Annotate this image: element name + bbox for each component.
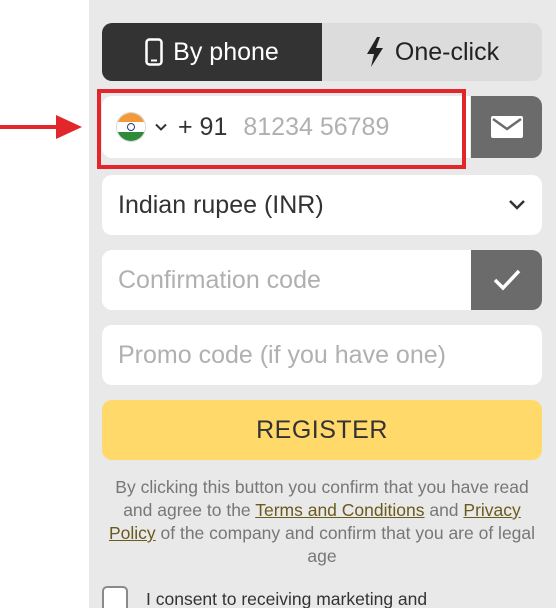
disclaimer-text-3: of the company and confirm that you are … bbox=[155, 523, 536, 566]
promo-code-field bbox=[102, 325, 542, 385]
india-flag-icon[interactable] bbox=[116, 112, 146, 142]
marketing-consent-label: I consent to receiving marketing and bbox=[146, 589, 428, 608]
tab-one-click-label: One-click bbox=[394, 37, 500, 66]
tab-by-phone-label: By phone bbox=[173, 37, 279, 66]
tab-by-phone[interactable]: By phone bbox=[102, 23, 322, 81]
marketing-consent-checkbox[interactable] bbox=[102, 586, 128, 608]
confirm-code-button[interactable] bbox=[471, 250, 542, 310]
annotation-arrow-icon bbox=[0, 115, 82, 139]
dial-code: + 91 bbox=[178, 112, 228, 141]
legal-disclaimer: By clicking this button you confirm that… bbox=[102, 476, 542, 568]
confirmation-code-input[interactable] bbox=[118, 265, 471, 295]
phone-field: + 91 bbox=[102, 96, 470, 158]
currency-select[interactable]: Indian rupee (INR) bbox=[102, 175, 542, 235]
marketing-consent: I consent to receiving marketing and bbox=[102, 586, 542, 608]
tab-one-click[interactable]: One-click bbox=[322, 23, 542, 81]
promo-code-input[interactable] bbox=[118, 340, 542, 370]
checkmark-icon bbox=[493, 269, 520, 291]
envelope-icon bbox=[490, 116, 523, 138]
phone-number-input[interactable] bbox=[243, 112, 444, 142]
registration-page: By phone One-click + 91 81234 56789 Indi… bbox=[0, 0, 556, 608]
email-toggle-button[interactable] bbox=[471, 96, 542, 158]
registration-tabs: By phone One-click bbox=[102, 23, 542, 81]
register-button[interactable]: REGISTER bbox=[102, 400, 542, 460]
disclaimer-text-2: and bbox=[424, 500, 464, 520]
chevron-down-icon[interactable] bbox=[154, 120, 168, 134]
lightning-icon bbox=[365, 37, 385, 67]
chevron-down-icon bbox=[509, 200, 525, 210]
terms-link[interactable]: Terms and Conditions bbox=[255, 500, 424, 520]
currency-selected-value: Indian rupee (INR) bbox=[118, 190, 324, 219]
confirmation-code-field bbox=[102, 250, 471, 310]
phone-icon bbox=[145, 38, 163, 66]
